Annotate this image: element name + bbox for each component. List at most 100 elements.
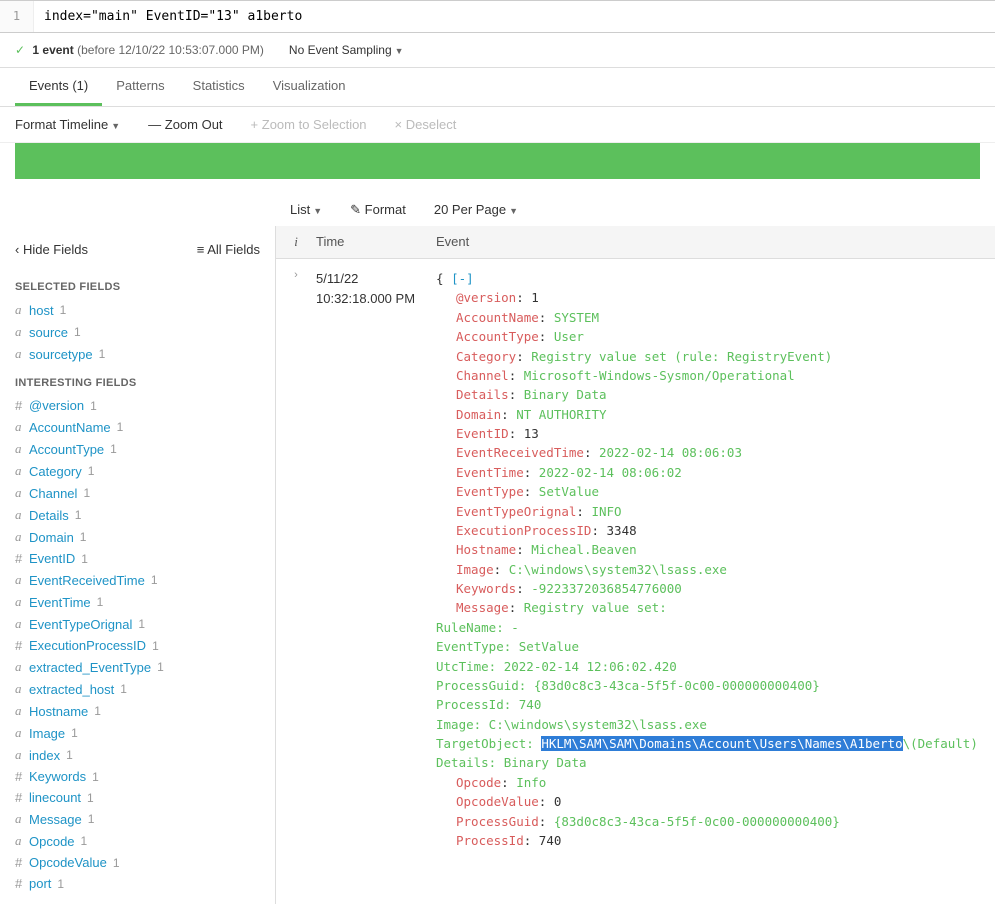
- deselect-button: × Deselect: [395, 117, 457, 132]
- tab-statistics[interactable]: Statistics: [179, 68, 259, 106]
- field-name-link[interactable]: index: [29, 748, 60, 763]
- format-timeline-dropdown[interactable]: Format Timeline▼: [15, 117, 120, 132]
- field-name-link[interactable]: Keywords: [29, 769, 86, 784]
- field-row[interactable]: aAccountType1: [15, 438, 260, 460]
- field-type-icon: a: [15, 681, 29, 697]
- field-type-icon: #: [15, 769, 29, 784]
- field-name-link[interactable]: Domain: [29, 530, 74, 545]
- field-name-link[interactable]: extracted_host: [29, 682, 114, 697]
- field-name-link[interactable]: OpcodeValue: [29, 855, 107, 870]
- caret-down-icon: ▼: [395, 46, 404, 56]
- field-name-link[interactable]: Hostname: [29, 704, 88, 719]
- field-name-link[interactable]: EventTypeOrignal: [29, 617, 132, 632]
- field-row[interactable]: aHostname1: [15, 700, 260, 722]
- field-name-link[interactable]: Message: [29, 812, 82, 827]
- field-name-link[interactable]: AccountType: [29, 442, 104, 457]
- field-name-link[interactable]: source: [29, 325, 68, 340]
- field-count: 1: [138, 617, 145, 631]
- field-row[interactable]: aMessage1: [15, 808, 260, 830]
- field-row[interactable]: aImage1: [15, 722, 260, 744]
- field-row[interactable]: #port1: [15, 873, 260, 894]
- field-row[interactable]: aOpcode1: [15, 830, 260, 852]
- field-row[interactable]: #ExecutionProcessID1: [15, 635, 260, 656]
- field-row[interactable]: ahost1: [15, 299, 260, 321]
- field-row[interactable]: aindex 1: [15, 744, 260, 766]
- format-dropdown[interactable]: ✎ Format: [350, 202, 406, 218]
- status-bar: ✓ 1 event (before 12/10/22 10:53:07.000 …: [0, 33, 995, 67]
- field-name-link[interactable]: Opcode: [29, 834, 75, 849]
- timeline-controls: Format Timeline▼ — Zoom Out + Zoom to Se…: [0, 107, 995, 143]
- field-row[interactable]: asourcetype 1: [15, 343, 260, 365]
- event-raw[interactable]: { [-] @version: 1 AccountName: SYSTEM Ac…: [436, 269, 995, 850]
- field-name-link[interactable]: AccountName: [29, 420, 111, 435]
- field-row[interactable]: aEventTypeOrignal1: [15, 613, 260, 635]
- zoom-out-button[interactable]: — Zoom Out: [148, 117, 222, 132]
- field-row[interactable]: aEventReceivedTime 1: [15, 569, 260, 591]
- field-count: 1: [113, 856, 120, 870]
- field-row[interactable]: aChannel1: [15, 482, 260, 504]
- field-name-link[interactable]: EventReceivedTime: [29, 573, 145, 588]
- field-row[interactable]: asource1: [15, 321, 260, 343]
- field-count: 1: [66, 748, 73, 762]
- field-type-icon: a: [15, 659, 29, 675]
- event-row: › 5/11/22 10:32:18.000 PM { [-] @version…: [276, 259, 995, 860]
- field-row[interactable]: #linecount1: [15, 787, 260, 808]
- field-row[interactable]: aextracted_host1: [15, 678, 260, 700]
- events-table-header: i Time Event: [276, 226, 995, 259]
- field-name-link[interactable]: sourcetype: [29, 347, 93, 362]
- field-count: 1: [88, 812, 95, 826]
- field-count: 1: [75, 508, 82, 522]
- field-name-link[interactable]: linecount: [29, 790, 81, 805]
- field-name-link[interactable]: host: [29, 303, 54, 318]
- field-type-icon: a: [15, 441, 29, 457]
- field-row[interactable]: aDomain1: [15, 526, 260, 548]
- field-type-icon: a: [15, 572, 29, 588]
- field-row[interactable]: aCategory1: [15, 460, 260, 482]
- time-column-header[interactable]: Time: [316, 234, 436, 250]
- field-row[interactable]: #OpcodeValue1: [15, 852, 260, 873]
- field-name-link[interactable]: Channel: [29, 486, 77, 501]
- field-type-icon: a: [15, 346, 29, 362]
- field-name-link[interactable]: @version: [29, 398, 84, 413]
- field-name-link[interactable]: port: [29, 876, 51, 891]
- tab-events[interactable]: Events (1): [15, 68, 102, 106]
- field-type-icon: #: [15, 551, 29, 566]
- timeline-chart[interactable]: [15, 143, 980, 179]
- tab-visualization[interactable]: Visualization: [259, 68, 360, 106]
- field-row[interactable]: aextracted_EventType 1: [15, 656, 260, 678]
- field-count: 1: [151, 573, 158, 587]
- field-type-icon: a: [15, 594, 29, 610]
- sampling-dropdown[interactable]: No Event Sampling▼: [289, 43, 404, 57]
- field-row[interactable]: aAccountName1: [15, 416, 260, 438]
- event-count: ✓ 1 event (before 12/10/22 10:53:07.000 …: [15, 43, 264, 57]
- search-input[interactable]: [34, 1, 995, 32]
- field-row[interactable]: #EventID1: [15, 548, 260, 569]
- field-name-link[interactable]: EventTime: [29, 595, 91, 610]
- field-count: 1: [157, 660, 164, 674]
- field-name-link[interactable]: Details: [29, 508, 69, 523]
- list-dropdown[interactable]: List▼: [290, 202, 322, 218]
- field-row[interactable]: #Keywords1: [15, 766, 260, 787]
- event-column-header: Event: [436, 234, 995, 250]
- field-name-link[interactable]: ExecutionProcessID: [29, 638, 146, 653]
- collapse-toggle[interactable]: [-]: [451, 271, 474, 286]
- field-name-link[interactable]: Category: [29, 464, 82, 479]
- field-type-icon: a: [15, 485, 29, 501]
- field-name-link[interactable]: extracted_EventType: [29, 660, 151, 675]
- expand-toggle[interactable]: ›: [276, 269, 316, 850]
- field-count: 1: [90, 399, 97, 413]
- hide-fields-button[interactable]: ‹ Hide Fields: [15, 242, 88, 257]
- per-page-dropdown[interactable]: 20 Per Page▼: [434, 202, 518, 218]
- field-row[interactable]: aDetails1: [15, 504, 260, 526]
- field-type-icon: a: [15, 747, 29, 763]
- field-name-link[interactable]: EventID: [29, 551, 75, 566]
- selected-fields-header: SELECTED FIELDS: [15, 281, 260, 293]
- field-row[interactable]: aEventTime1: [15, 591, 260, 613]
- field-type-icon: #: [15, 398, 29, 413]
- field-name-link[interactable]: Image: [29, 726, 65, 741]
- tab-patterns[interactable]: Patterns: [102, 68, 178, 106]
- field-count: 1: [99, 347, 106, 361]
- all-fields-button[interactable]: ≡ All Fields: [197, 242, 260, 257]
- field-count: 1: [117, 420, 124, 434]
- field-row[interactable]: #@version 1: [15, 395, 260, 416]
